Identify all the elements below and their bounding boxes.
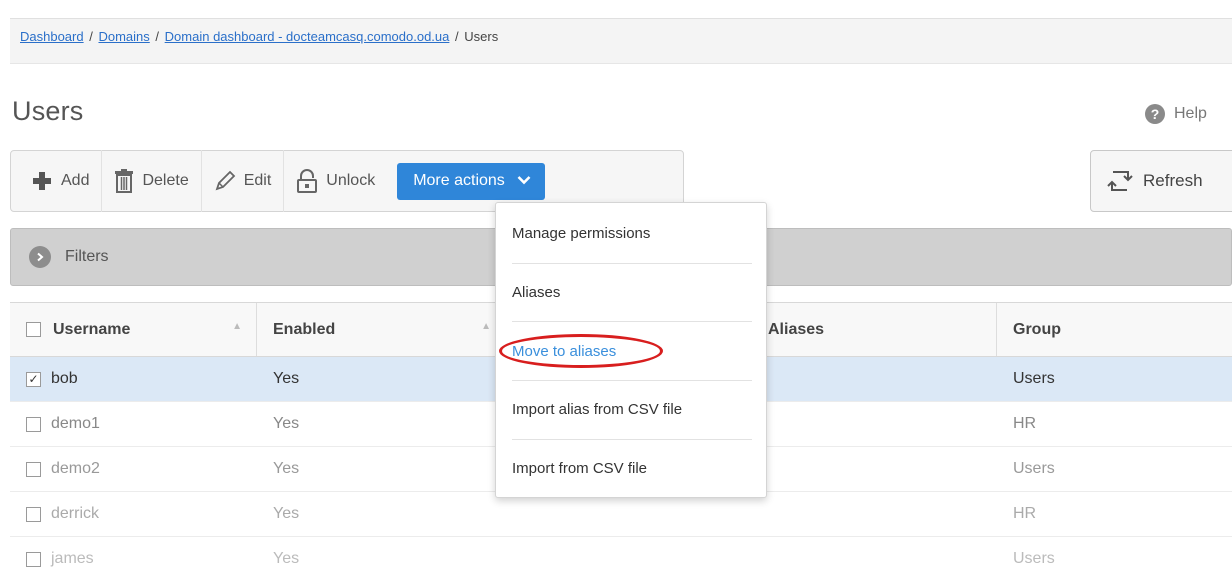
sort-up-icon: ▲ [481, 321, 491, 332]
help-icon: ? [1145, 104, 1165, 124]
enabled-cell: Yes [273, 460, 300, 477]
enabled-cell: Yes [273, 415, 300, 432]
more-actions-label: More actions [413, 172, 505, 189]
username-cell: james [10, 537, 257, 572]
chevron-right-circle-icon [29, 246, 51, 268]
username-cell: demo1 [10, 402, 257, 446]
edit-button[interactable]: Edit [202, 150, 285, 212]
column-label: Group [1013, 320, 1061, 338]
username-value: james [51, 550, 94, 567]
aliases-cell [752, 492, 997, 536]
enabled-cell: Yes [273, 370, 300, 387]
column-header-username[interactable]: Username ▲ [10, 303, 257, 356]
refresh-label: Refresh [1143, 171, 1203, 190]
enabled-cell: Yes [273, 550, 300, 567]
page-title: Users [12, 96, 84, 126]
group-cell: HR [1013, 505, 1037, 522]
group-cell: Users [1013, 460, 1055, 477]
username-cell: derrick [10, 492, 257, 536]
menu-item-import-alias-csv[interactable]: Import alias from CSV file [512, 401, 682, 418]
row-checkbox[interactable] [26, 461, 41, 477]
refresh-icon [1107, 168, 1133, 194]
trash-icon [114, 169, 134, 193]
help-link[interactable]: ? Help [1145, 104, 1207, 124]
menu-item-aliases[interactable]: Aliases [512, 284, 560, 301]
username-value: demo1 [51, 415, 100, 432]
delete-label: Delete [142, 172, 189, 189]
username-value: demo2 [51, 460, 100, 477]
menu-item-manage-permissions[interactable]: Manage permissions [512, 225, 650, 242]
select-all-checkbox[interactable] [26, 322, 41, 337]
aliases-cell [752, 447, 997, 491]
sort-up-icon: ▲ [232, 321, 242, 332]
row-checkbox[interactable]: ✓ [26, 371, 41, 387]
breadcrumb: Dashboard / Domains / Domain dashboard -… [10, 18, 1232, 64]
edit-label: Edit [243, 172, 272, 189]
group-cell: Users [1013, 550, 1055, 567]
column-label: Aliases [768, 320, 825, 338]
help-label: Help [1174, 105, 1207, 122]
filters-label: Filters [65, 248, 109, 265]
username-cell: ✓ bob [10, 357, 257, 401]
column-label: Username [53, 320, 131, 338]
row-checkbox[interactable] [26, 416, 41, 432]
unlock-icon [296, 169, 318, 193]
row-checkbox[interactable] [26, 551, 41, 567]
plus-icon [31, 170, 53, 192]
unlock-label: Unlock [326, 172, 376, 189]
more-actions-button[interactable]: More actions [397, 162, 545, 200]
enabled-cell: Yes [273, 505, 300, 522]
breadcrumb-dashboard-link[interactable]: Dashboard [20, 29, 84, 44]
menu-item-import-csv[interactable]: Import from CSV file [512, 460, 647, 477]
username-value: bob [51, 370, 78, 387]
username-cell: demo2 [10, 447, 257, 491]
highlight-annotation-oval [499, 334, 663, 368]
breadcrumb-separator: / [155, 29, 160, 44]
table-row[interactable]: james Yes Users [10, 537, 1232, 572]
group-cell: Users [1013, 370, 1055, 387]
breadcrumb-separator: / [89, 29, 93, 44]
breadcrumb-separator: / [455, 29, 459, 44]
column-header-aliases[interactable]: Aliases [752, 303, 997, 356]
aliases-cell [752, 357, 997, 401]
pencil-icon [214, 170, 236, 192]
empty-cell [506, 537, 752, 572]
breadcrumb-domains-link[interactable]: Domains [98, 29, 149, 44]
menu-divider [512, 380, 752, 381]
chevron-down-icon [517, 172, 531, 190]
unlock-button[interactable]: Unlock [284, 150, 387, 212]
row-checkbox[interactable] [26, 506, 41, 522]
breadcrumb-current: Users [464, 29, 499, 44]
add-label: Add [61, 172, 90, 189]
column-label: Enabled [273, 320, 336, 338]
column-header-group[interactable]: Group [997, 303, 1232, 356]
username-value: derrick [51, 505, 100, 522]
menu-divider [512, 263, 752, 264]
group-cell: HR [1013, 415, 1037, 432]
refresh-button[interactable]: Refresh [1090, 150, 1232, 212]
delete-button[interactable]: Delete [102, 150, 202, 212]
menu-divider [512, 439, 752, 440]
menu-divider [512, 321, 752, 322]
aliases-cell [752, 402, 997, 446]
aliases-cell [752, 537, 997, 572]
add-button[interactable]: Add [21, 150, 103, 212]
breadcrumb-domain-dashboard-link[interactable]: Domain dashboard - docteamcasq.comodo.od… [165, 29, 450, 44]
column-header-enabled[interactable]: Enabled ▲ [257, 303, 506, 356]
empty-cell [506, 492, 752, 536]
table-row[interactable]: derrick Yes HR [10, 492, 1232, 537]
